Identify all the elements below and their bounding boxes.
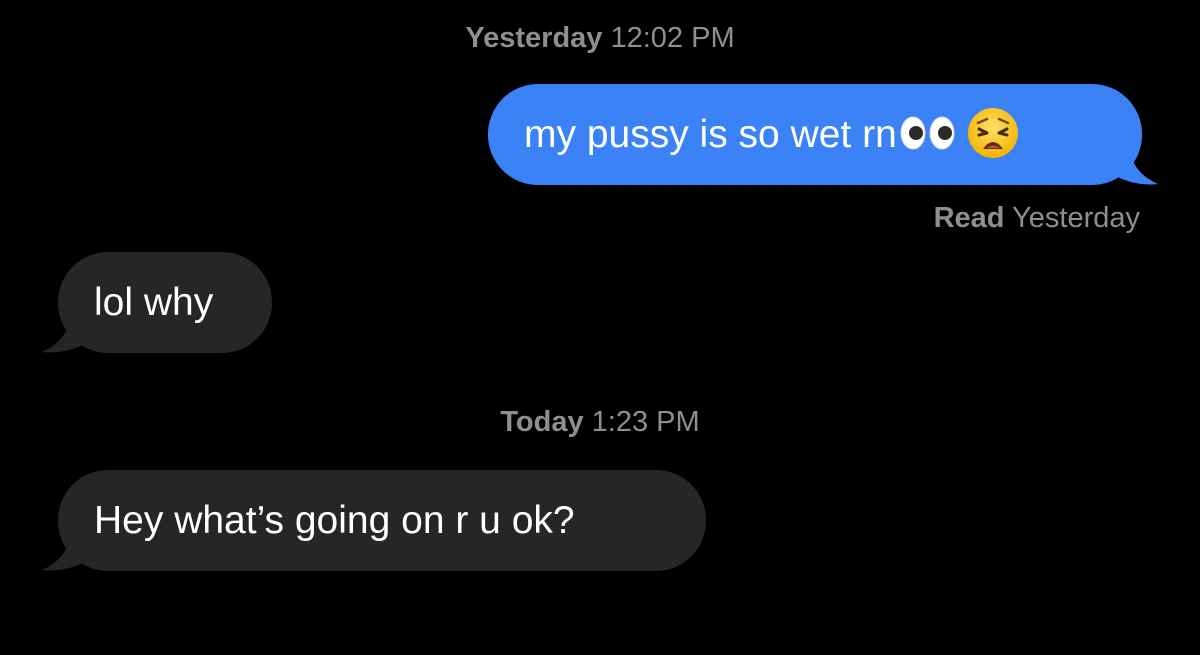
timestamp-time: 1:23 PM (591, 406, 700, 438)
message-text: Hey what’s going on r u ok? (94, 499, 575, 542)
message-text: my pussy is so wet rn (524, 113, 897, 156)
eyes-icon (900, 116, 955, 150)
weary-face-icon (967, 107, 1018, 158)
timestamp-header: Today 1:23 PM (0, 406, 1200, 439)
timestamp-time: 12:02 PM (610, 22, 735, 54)
message-bubble-received[interactable]: Hey what’s going on r u ok? (58, 470, 706, 571)
message-bubble-sent[interactable]: my pussy is so wet rn (488, 84, 1142, 185)
timestamp-header: Yesterday 12:02 PM (0, 22, 1200, 55)
timestamp-day: Today (500, 406, 584, 438)
read-receipt-label: Read (933, 202, 1005, 234)
timestamp-day: Yesterday (465, 22, 603, 54)
bubble-tail (42, 318, 92, 353)
read-receipt: Read Yesterday (934, 202, 1140, 235)
message-text: lol why (94, 281, 214, 324)
bubble-tail (1108, 150, 1158, 185)
bubble-tail (42, 536, 92, 571)
read-receipt-time: Yesterday (1012, 202, 1140, 234)
